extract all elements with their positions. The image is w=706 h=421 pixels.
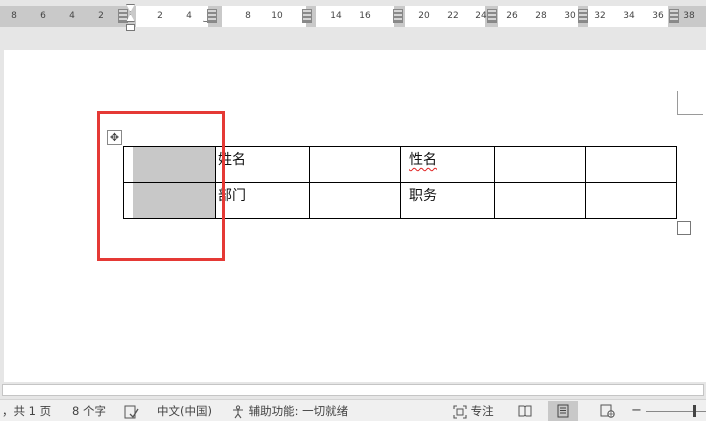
table-cell-selected[interactable] bbox=[123, 182, 216, 219]
table-row: 姓名 性名 bbox=[123, 146, 677, 183]
ruler-tick-label: 20 bbox=[418, 11, 430, 21]
table-resize-handle[interactable] bbox=[677, 221, 691, 235]
accessibility-label: 辅助功能: 一切就绪 bbox=[248, 404, 349, 418]
ruler-tick-label: 32 bbox=[594, 11, 606, 21]
scrollbar-track[interactable] bbox=[2, 384, 704, 396]
move-icon: ✥ bbox=[109, 131, 120, 144]
table-row: 部门 职务 bbox=[123, 182, 677, 219]
ruler-tick-label: 24 bbox=[475, 11, 487, 21]
cell-text: 姓名 bbox=[218, 152, 246, 168]
column-marker[interactable] bbox=[207, 9, 217, 23]
ruler-tick-label: 34 bbox=[623, 11, 635, 21]
ruler-tick-label: 28 bbox=[535, 11, 547, 21]
page-corner-mark bbox=[677, 91, 703, 115]
zoom-slider-track[interactable] bbox=[646, 411, 706, 412]
ruler-column-2 bbox=[222, 6, 306, 27]
cell-text: 部门 bbox=[218, 188, 246, 204]
ruler-tick-label: 36 bbox=[652, 11, 664, 21]
table-cell[interactable]: 部门 bbox=[215, 182, 310, 219]
zoom-out-button[interactable]: − bbox=[631, 403, 642, 419]
table-cell[interactable]: 姓名 bbox=[215, 146, 310, 183]
left-indent-marker[interactable] bbox=[126, 24, 135, 31]
web-layout-button[interactable] bbox=[592, 401, 622, 421]
focus-label: 专注 bbox=[470, 404, 494, 418]
column-marker[interactable] bbox=[393, 9, 403, 23]
ruler-tick-label: 8 bbox=[245, 11, 251, 21]
ruler-tick-label: 22 bbox=[447, 11, 459, 21]
column-marker[interactable] bbox=[302, 9, 312, 23]
accessibility-icon bbox=[233, 404, 243, 418]
table-cell[interactable] bbox=[309, 182, 401, 219]
table-cell[interactable] bbox=[585, 182, 677, 219]
cell-text-spelling-error: 性名 bbox=[409, 152, 437, 168]
horizontal-ruler[interactable]: 8 6 4 2 2 4 8 10 14 16 20 22 24 26 28 30… bbox=[0, 0, 706, 32]
ruler-tick-label: 16 bbox=[359, 11, 371, 21]
web-layout-icon bbox=[600, 404, 615, 418]
column-marker[interactable] bbox=[487, 9, 497, 23]
table-cell[interactable]: 性名 bbox=[400, 146, 495, 183]
table-cell[interactable]: 职务 bbox=[400, 182, 495, 219]
zoom-slider-thumb[interactable] bbox=[693, 405, 696, 417]
ruler-tick-label: 8 bbox=[11, 11, 17, 21]
table-cell-selected[interactable] bbox=[123, 146, 216, 183]
proofing-status[interactable] bbox=[124, 403, 139, 419]
ruler-tick-label: 30 bbox=[564, 11, 576, 21]
ruler-column-1 bbox=[136, 6, 208, 27]
cell-text: 职务 bbox=[409, 188, 437, 204]
print-layout-button[interactable] bbox=[548, 401, 578, 421]
focus-button[interactable]: 专注 bbox=[453, 403, 494, 419]
column-marker[interactable] bbox=[118, 9, 128, 23]
read-mode-icon bbox=[518, 405, 532, 416]
cell-selection-shading bbox=[133, 147, 215, 182]
ruler-tick-label: 4 bbox=[186, 11, 192, 21]
ruler-tick-label: 38 bbox=[683, 11, 695, 21]
read-mode-button[interactable] bbox=[510, 401, 540, 421]
table-cell[interactable] bbox=[494, 182, 586, 219]
accessibility-status[interactable]: 辅助功能: 一切就绪 bbox=[231, 403, 348, 419]
ruler-tick-label: 10 bbox=[271, 11, 283, 21]
ruler-column-4 bbox=[405, 6, 485, 27]
ruler-column-3 bbox=[316, 6, 394, 27]
table-cell[interactable] bbox=[309, 146, 401, 183]
ruler-tick-label: 6 bbox=[40, 11, 46, 21]
ruler-tick-label: 2 bbox=[157, 11, 163, 21]
table-cell[interactable] bbox=[585, 146, 677, 183]
column-marker[interactable] bbox=[669, 9, 679, 23]
page-count[interactable]: ，共 1 页 bbox=[2, 403, 51, 419]
document-table[interactable]: 姓名 性名 部门 职务 bbox=[123, 146, 677, 219]
focus-icon bbox=[453, 404, 467, 419]
table-cell[interactable] bbox=[494, 146, 586, 183]
ruler-tick-label: 14 bbox=[330, 11, 342, 21]
table-move-handle[interactable]: ✥ bbox=[107, 130, 122, 145]
proofing-icon bbox=[124, 405, 139, 418]
column-marker[interactable] bbox=[578, 9, 588, 23]
cell-selection-shading bbox=[133, 183, 215, 218]
ruler-tick-label: 26 bbox=[506, 11, 518, 21]
word-count[interactable]: 8 个字 bbox=[72, 403, 106, 419]
status-bar: ，共 1 页 8 个字 中文(中国) 辅助功能: 一切就绪 专注 − bbox=[0, 399, 706, 421]
ruler-tick-label: 2 bbox=[98, 11, 104, 21]
horizontal-scrollbar[interactable] bbox=[0, 382, 706, 398]
language-indicator[interactable]: 中文(中国) bbox=[157, 403, 212, 419]
print-layout-icon bbox=[557, 404, 569, 417]
ruler-tick-label: 4 bbox=[69, 11, 75, 21]
